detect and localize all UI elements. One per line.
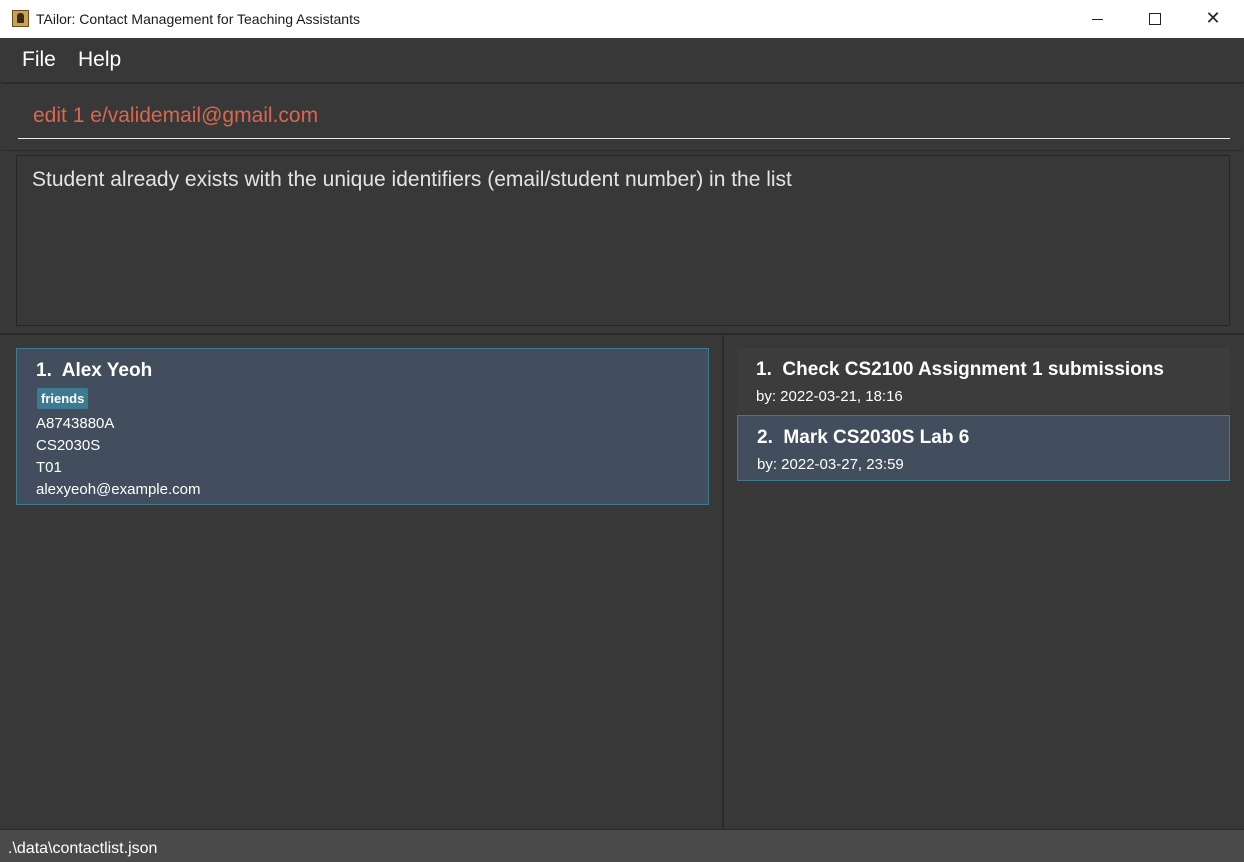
- close-icon: ✕: [1205, 8, 1221, 29]
- person-list-panel[interactable]: 1. Alex Yeoh friends A8743880A CS2030S T…: [2, 335, 722, 828]
- app-icon: [12, 10, 29, 27]
- menu-file[interactable]: File: [22, 48, 56, 72]
- maximize-icon: [1149, 13, 1161, 25]
- person-tutorial: T01: [36, 459, 62, 476]
- title-bar: TAilor: Contact Management for Teaching …: [0, 0, 1244, 38]
- person-student-id: A8743880A: [36, 415, 115, 432]
- window-title: TAilor: Contact Management for Teaching …: [36, 11, 360, 27]
- command-input-text: edit 1 e/validemail@gmail.com: [33, 104, 319, 127]
- task-title: 2. Mark CS2030S Lab 6: [757, 427, 969, 449]
- menu-help[interactable]: Help: [78, 48, 121, 72]
- menu-bar: File Help: [0, 38, 1244, 83]
- person-index: 1.: [36, 360, 52, 381]
- minimize-icon: [1091, 18, 1103, 20]
- tag-badge: friends: [37, 388, 89, 409]
- command-box: edit 1 e/validemail@gmail.com: [2, 83, 1242, 151]
- close-button[interactable]: ✕: [1184, 0, 1242, 38]
- person-name-text: Alex Yeoh: [61, 360, 153, 381]
- person-card[interactable]: 1. Alex Yeoh friends A8743880A CS2030S T…: [16, 348, 709, 505]
- result-message: Student already exists with the unique i…: [32, 168, 792, 191]
- task-card[interactable]: 1. Check CS2100 Assignment 1 submissions…: [737, 348, 1230, 414]
- person-email: alexyeoh@example.com: [36, 481, 201, 498]
- minimize-button[interactable]: [1068, 0, 1126, 38]
- status-file-path: .\data\contactlist.json: [8, 840, 158, 857]
- status-bar: .\data\contactlist.json: [0, 829, 1244, 862]
- task-due: by: 2022-03-21, 18:16: [756, 388, 903, 405]
- task-list-panel[interactable]: 1. Check CS2100 Assignment 1 submissions…: [724, 335, 1242, 828]
- task-index: 1.: [756, 359, 772, 380]
- task-title-text: Check CS2100 Assignment 1 submissions: [782, 359, 1164, 380]
- person-module: CS2030S: [36, 437, 101, 454]
- task-card-selected[interactable]: 2. Mark CS2030S Lab 6 by: 2022-03-27, 23…: [737, 415, 1230, 481]
- task-title-text: Mark CS2030S Lab 6: [783, 427, 970, 448]
- task-index: 2.: [757, 427, 773, 448]
- result-display: Student already exists with the unique i…: [16, 155, 1230, 326]
- command-input[interactable]: edit 1 e/validemail@gmail.com: [18, 94, 1230, 139]
- task-title: 1. Check CS2100 Assignment 1 submissions: [756, 359, 1164, 381]
- maximize-button[interactable]: [1126, 0, 1184, 38]
- person-name: 1. Alex Yeoh: [36, 360, 152, 382]
- task-due: by: 2022-03-27, 23:59: [757, 456, 904, 473]
